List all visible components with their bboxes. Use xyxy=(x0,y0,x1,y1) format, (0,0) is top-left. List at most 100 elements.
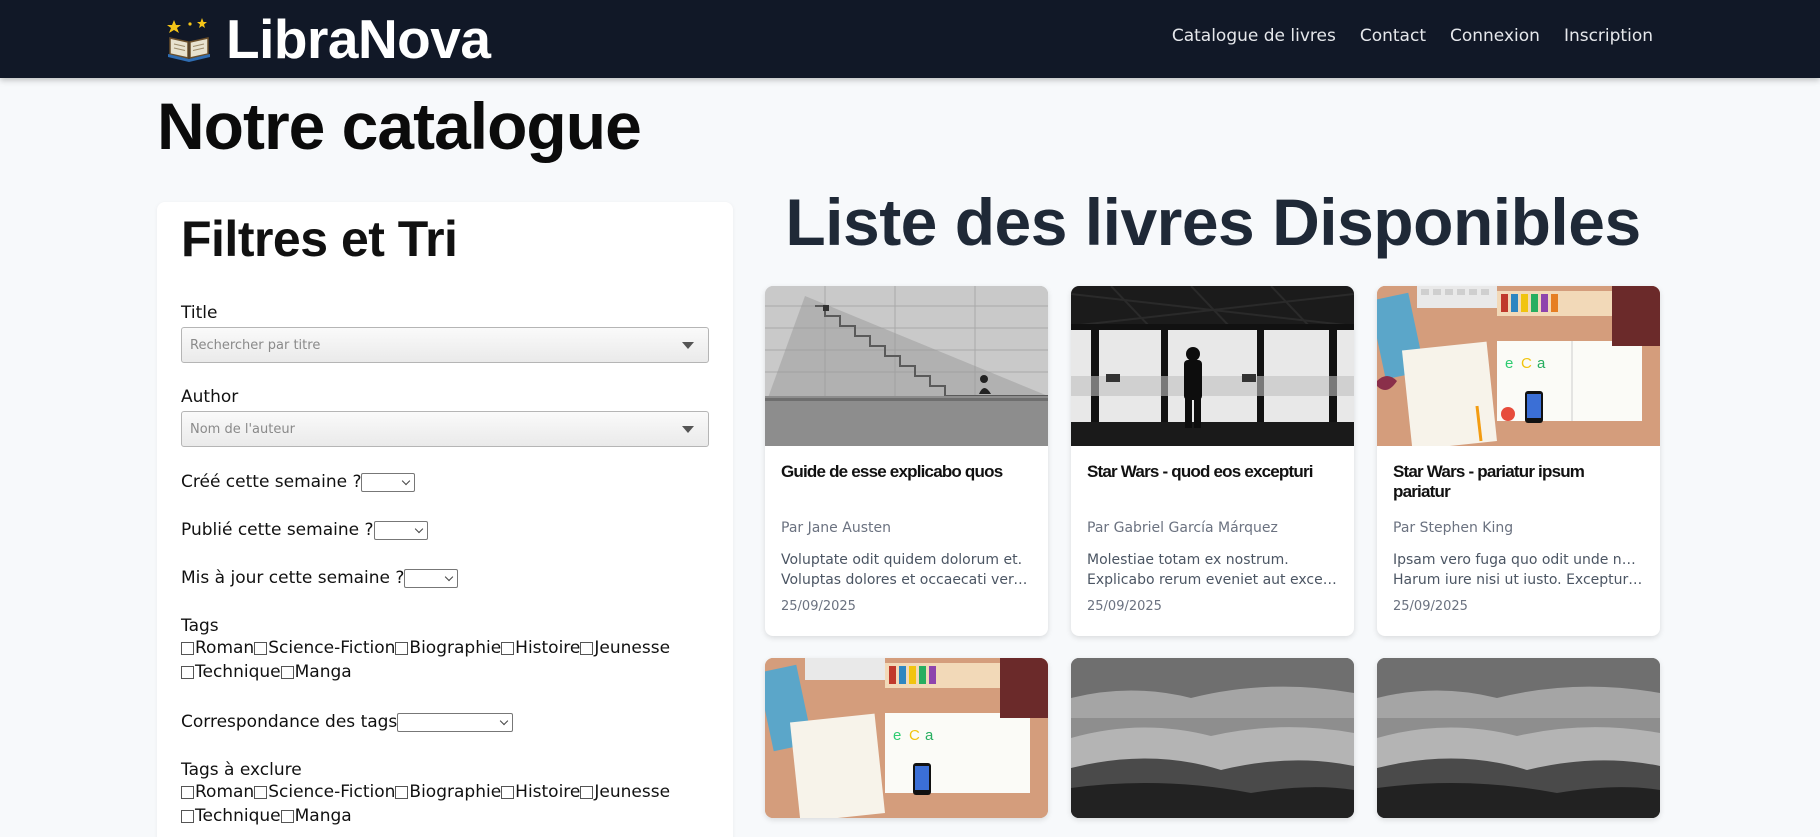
tag-biographie[interactable]: Biographie xyxy=(395,636,501,660)
brand[interactable]: LibraNova xyxy=(166,8,491,70)
exclude-tags-checkbox-list: Roman Science-Fiction Biographie Histoir… xyxy=(181,780,709,828)
created-label: Créé cette semaine ? xyxy=(181,472,362,492)
hangar-photo-art xyxy=(1071,286,1354,446)
book-card[interactable]: e C a xyxy=(765,658,1048,818)
checkbox[interactable] xyxy=(580,785,594,799)
tags-filter: Tags Roman Science-Fiction Biographie Hi… xyxy=(181,616,709,684)
svg-text:e: e xyxy=(1505,355,1513,372)
nav-contact[interactable]: Contact xyxy=(1360,26,1426,46)
book-card-body: Star Wars - quod eos excepturi Par Gabri… xyxy=(1071,446,1354,636)
created-filter: Créé cette semaine ? xyxy=(181,472,709,492)
tag-jeunesse[interactable]: Jeunesse xyxy=(580,636,670,660)
tag-match-select[interactable] xyxy=(397,712,514,732)
nav-catalogue[interactable]: Catalogue de livres xyxy=(1172,26,1336,46)
created-select[interactable] xyxy=(361,472,416,492)
nav-register[interactable]: Inscription xyxy=(1564,26,1653,46)
exclude-tag-histoire[interactable]: Histoire xyxy=(501,780,580,804)
checkbox[interactable] xyxy=(254,785,268,799)
tag-roman[interactable]: Roman xyxy=(181,636,254,660)
checkbox[interactable] xyxy=(254,641,268,655)
book-author: Par Gabriel García Márquez xyxy=(1087,520,1278,536)
exclude-tag-roman[interactable]: Roman xyxy=(181,780,254,804)
svg-text:e: e xyxy=(893,727,901,744)
author-placeholder: Nom de l'auteur xyxy=(190,421,295,437)
book-cover-desk-photo: e C a xyxy=(765,658,1048,818)
published-select[interactable] xyxy=(373,520,428,540)
book-cover-desk-photo: e C a xyxy=(1377,286,1660,446)
svg-text:C: C xyxy=(909,727,920,744)
checkbox[interactable] xyxy=(580,641,594,655)
exclude-tag-jeunesse[interactable]: Jeunesse xyxy=(580,780,670,804)
author-search-combobox[interactable]: Nom de l'auteur xyxy=(181,411,709,447)
svg-text:C: C xyxy=(1521,355,1532,372)
caret-down-icon[interactable] xyxy=(682,426,694,433)
tag-histoire[interactable]: Histoire xyxy=(501,636,580,660)
updated-select[interactable] xyxy=(404,568,459,588)
book-card[interactable]: e C a Star Wars - pariatur ipsum pariatu… xyxy=(1377,286,1660,636)
exclude-tags-label: Tags à exclure xyxy=(181,760,302,780)
exclude-tag-manga[interactable]: Manga xyxy=(280,804,352,828)
checkbox[interactable] xyxy=(181,785,194,799)
book-title[interactable]: Star Wars - quod eos excepturi xyxy=(1087,462,1338,482)
exclude-tags-filter: Tags à exclure Roman Science-Fiction Bio… xyxy=(181,760,709,828)
caret-down-icon[interactable] xyxy=(682,342,694,349)
checkbox[interactable] xyxy=(280,809,294,823)
exclude-tag-science-fiction[interactable]: Science-Fiction xyxy=(254,780,395,804)
book-date: 25/09/2025 xyxy=(1393,599,1468,614)
book-description: Molestiae totam ex nostrum. Explicabo re… xyxy=(1087,552,1338,588)
tag-science-fiction[interactable]: Science-Fiction xyxy=(254,636,395,660)
book-card[interactable] xyxy=(1377,658,1660,818)
tags-label: Tags xyxy=(181,616,219,636)
book-author: Par Stephen King xyxy=(1393,520,1514,536)
book-date: 25/09/2025 xyxy=(781,599,856,614)
main-nav: Catalogue de livres Contact Connexion In… xyxy=(1172,26,1653,46)
checkbox[interactable] xyxy=(395,785,409,799)
title-filter: Title Rechercher par titre xyxy=(181,303,709,363)
author-filter: Author Nom de l'auteur xyxy=(181,387,709,447)
exclude-tag-biographie[interactable]: Biographie xyxy=(395,780,501,804)
book-title[interactable]: Star Wars - pariatur ipsum pariatur xyxy=(1393,462,1644,502)
book-date: 25/09/2025 xyxy=(1087,599,1162,614)
nav-login[interactable]: Connexion xyxy=(1450,26,1540,46)
book-cover-hangar-photo xyxy=(1071,286,1354,446)
title-placeholder: Rechercher par titre xyxy=(190,337,321,353)
book-description: Ipsam vero fuga quo odit unde nam. Harum… xyxy=(1393,552,1644,588)
exclude-tag-technique[interactable]: Technique xyxy=(181,804,281,828)
book-card[interactable]: Star Wars - quod eos excepturi Par Gabri… xyxy=(1071,286,1354,636)
updated-label: Mis à jour cette semaine ? xyxy=(181,568,405,588)
tag-match-label: Correspondance des tags xyxy=(181,712,398,732)
title-search-combobox[interactable]: Rechercher par titre xyxy=(181,327,709,363)
chevron-down-icon xyxy=(414,524,423,533)
page-title: Notre catalogue xyxy=(157,89,642,163)
updated-filter: Mis à jour cette semaine ? xyxy=(181,568,709,588)
chevron-down-icon xyxy=(445,572,454,581)
book-description: Voluptate odit quidem dolorum et. Volupt… xyxy=(781,552,1032,588)
book-list-title: Liste des livres Disponibles xyxy=(785,185,1641,259)
checkbox[interactable] xyxy=(181,641,194,655)
filters-panel: Filtres et Tri Title Rechercher par titr… xyxy=(157,202,733,837)
book-card[interactable] xyxy=(1071,658,1354,818)
book-card-body: Guide de esse explicabo quos Par Jane Au… xyxy=(765,446,1048,636)
tag-technique[interactable]: Technique xyxy=(181,660,281,684)
hills-photo-art xyxy=(1071,658,1354,818)
checkbox[interactable] xyxy=(181,665,194,679)
tag-match-filter: Correspondance des tags xyxy=(181,712,709,732)
chevron-down-icon xyxy=(402,476,411,485)
filters-heading: Filtres et Tri xyxy=(181,211,458,267)
author-label: Author xyxy=(181,387,239,407)
book-cover-stairs-photo xyxy=(765,286,1048,446)
top-navbar: LibraNova Catalogue de livres Contact Co… xyxy=(0,0,1820,78)
checkbox[interactable] xyxy=(501,641,515,655)
checkbox[interactable] xyxy=(181,809,194,823)
book-card[interactable]: Guide de esse explicabo quos Par Jane Au… xyxy=(765,286,1048,636)
published-filter: Publié cette semaine ? xyxy=(181,520,709,540)
title-label: Title xyxy=(181,303,218,323)
book-cover-hills-photo xyxy=(1377,658,1660,818)
checkbox[interactable] xyxy=(501,785,515,799)
checkbox[interactable] xyxy=(280,665,294,679)
brand-name: LibraNova xyxy=(226,8,491,70)
tag-manga[interactable]: Manga xyxy=(280,660,352,684)
checkbox[interactable] xyxy=(395,641,409,655)
book-title[interactable]: Guide de esse explicabo quos xyxy=(781,462,1032,482)
stairs-photo-art xyxy=(765,286,1048,446)
